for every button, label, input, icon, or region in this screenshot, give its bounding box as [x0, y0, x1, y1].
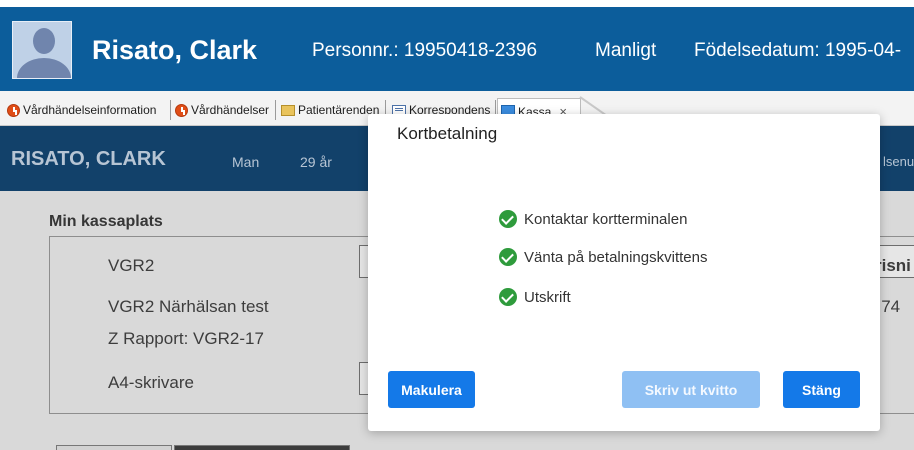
- check-circle-icon: [499, 210, 517, 228]
- print-receipt-button[interactable]: Skriv ut kvitto: [622, 371, 760, 408]
- check-circle-icon: [499, 248, 517, 266]
- tab-vardhandelseinformation[interactable]: Vårdhändelseinformation: [4, 99, 171, 121]
- step-label: Utskrift: [524, 288, 571, 306]
- z-report: Z Rapport: VGR2-17: [108, 329, 264, 348]
- patient-bar-menu-fragment: lsenu: [883, 154, 914, 169]
- dialog-title: Kortbetalning: [397, 124, 498, 143]
- cancel-payment-button[interactable]: Makulera: [388, 371, 475, 408]
- tab-label: Patientärenden: [298, 103, 380, 117]
- folder-icon: [281, 104, 295, 116]
- price-button-label: risni: [875, 256, 911, 275]
- kassa-register-name: VGR2: [108, 256, 155, 275]
- step-contact-terminal: Kontaktar kortterminalen: [499, 208, 687, 230]
- patient-gender: Manligt: [595, 40, 657, 61]
- kassa-section-title: Min kassaplats: [49, 213, 163, 230]
- step-label: Kontaktar kortterminalen: [524, 210, 688, 228]
- patient-header: Risato, Clark Personnr.: 19950418-2396 M…: [0, 0, 914, 91]
- tab-label: Vårdhändelseinformation: [23, 103, 157, 117]
- patient-bar-gender: Man: [232, 154, 260, 170]
- check-circle-icon: [499, 288, 517, 306]
- clock-icon: [7, 103, 20, 117]
- step-await-confirmation: Vänta på betalningskvittens: [499, 246, 707, 268]
- birth-date: Födelsedatum: 1995-04-: [694, 40, 902, 61]
- close-button[interactable]: Stäng: [783, 371, 860, 408]
- step-print: Utskrift: [499, 286, 571, 308]
- patient-bar-name: RISATO, CLARK: [11, 148, 166, 170]
- patient-name: Risato, Clark: [92, 35, 258, 65]
- card-payment-dialog: Kortbetalning Kontaktar kortterminalen V…: [368, 114, 880, 431]
- step-label: Vänta på betalningskvittens: [524, 248, 708, 266]
- kassa-unit: VGR2 Närhälsan test: [108, 297, 269, 316]
- personnr: Personnr.: 19950418-2396: [312, 40, 538, 61]
- printer-label: A4-skrivare: [108, 373, 194, 392]
- bottom-tab-2[interactable]: [174, 445, 350, 450]
- avatar: [12, 21, 72, 79]
- tab-vardhandelser[interactable]: Vårdhändelser: [172, 99, 276, 121]
- tab-label: Vårdhändelser: [191, 103, 270, 117]
- clock-icon: [175, 103, 188, 117]
- bottom-tab-1[interactable]: [56, 445, 172, 450]
- patient-bar-age: 29 år: [300, 154, 332, 170]
